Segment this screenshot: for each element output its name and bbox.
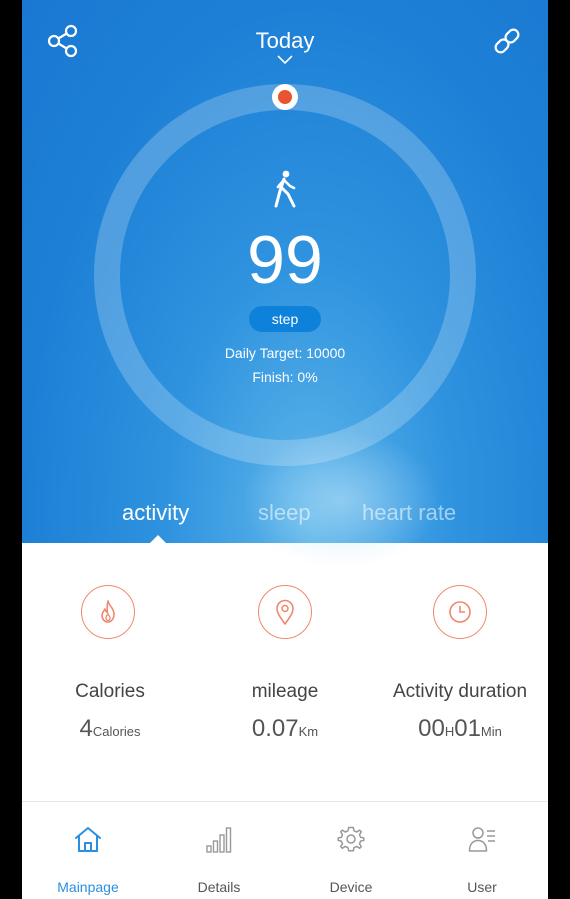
- step-count: 99: [247, 222, 323, 298]
- calories-title: Calories: [75, 681, 145, 702]
- date-selector[interactable]: Today: [22, 28, 548, 54]
- duration-value: 00H01Min: [370, 715, 548, 743]
- mileage-unit: Km: [298, 724, 319, 739]
- calories-number: 4: [79, 715, 93, 742]
- link-icon[interactable]: [490, 24, 524, 58]
- duration-minutes: 01: [454, 715, 481, 742]
- daily-target: Daily Target: 10000: [224, 345, 346, 361]
- clock-icon: [449, 601, 471, 623]
- location-pin-icon: [276, 599, 294, 625]
- mileage-title: mileage: [251, 681, 319, 702]
- walking-person-icon: [274, 170, 296, 208]
- progress-dot: [278, 90, 292, 104]
- nav-mainpage[interactable]: Mainpage: [38, 820, 138, 899]
- nav-label-user: User: [467, 879, 497, 895]
- nav-device[interactable]: Device: [301, 820, 401, 899]
- step-unit-badge: step: [249, 306, 321, 332]
- mileage-icon-circle: [258, 585, 312, 639]
- nav-label-mainpage: Mainpage: [57, 879, 119, 895]
- tab-heart-rate[interactable]: heart rate: [362, 500, 456, 526]
- gear-icon: [337, 826, 365, 852]
- calories-icon-circle: [81, 585, 135, 639]
- tab-activity[interactable]: activity: [122, 500, 189, 526]
- activity-hero: Today 99 step Daily Target: 10000 Finish…: [22, 0, 548, 570]
- chevron-down-icon[interactable]: [275, 55, 295, 65]
- nav-divider: [22, 801, 548, 802]
- tab-sleep[interactable]: sleep: [258, 500, 311, 526]
- nav-label-device: Device: [329, 879, 373, 895]
- mode-tabs: activity sleep heart rate: [22, 500, 548, 543]
- mileage-number: 0.07: [251, 715, 299, 742]
- finish-percent: Finish: 0%: [252, 369, 318, 385]
- nav-label-details: Details: [197, 879, 241, 895]
- calories-unit: Calories: [92, 724, 141, 739]
- home-icon: [75, 827, 101, 852]
- user-list-icon: [468, 827, 495, 852]
- mileage-value: 0.07Km: [195, 715, 375, 743]
- duration-hours-unit: H: [444, 724, 455, 739]
- duration-title: Activity duration: [392, 681, 528, 702]
- bar-chart-icon: [206, 827, 232, 853]
- nav-user[interactable]: User: [432, 820, 532, 899]
- phone-screen: Today 99 step Daily Target: 10000 Finish…: [22, 0, 548, 899]
- calories-value: 4Calories: [22, 715, 200, 743]
- duration-icon-circle: [433, 585, 487, 639]
- duration-minutes-unit: Min: [480, 724, 502, 739]
- nav-details[interactable]: Details: [169, 820, 269, 899]
- flame-icon: [101, 600, 115, 623]
- active-tab-indicator: [150, 535, 166, 543]
- duration-hours: 00: [418, 715, 445, 742]
